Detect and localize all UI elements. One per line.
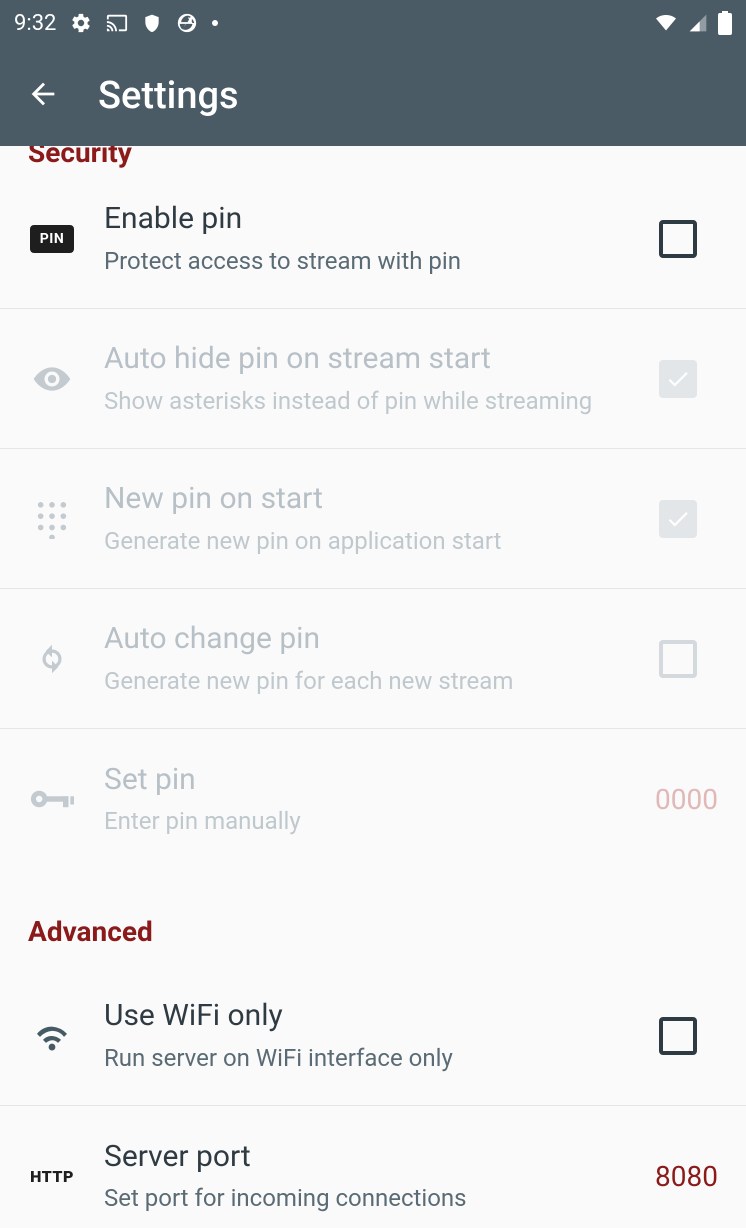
- shield-icon: [142, 12, 162, 34]
- app-bar: Settings: [0, 46, 746, 146]
- row-title: Set pin: [104, 761, 610, 799]
- row-title: New pin on start: [104, 480, 610, 518]
- row-subtitle: Generate new pin for each new stream: [104, 666, 610, 697]
- section-header-advanced: Advanced: [0, 869, 746, 966]
- checkbox-auto-hide-pin: [659, 360, 697, 398]
- row-title: Enable pin: [104, 200, 610, 238]
- dialpad-icon: [28, 499, 76, 539]
- row-subtitle: Show asterisks instead of pin while stre…: [104, 386, 610, 417]
- dot-icon: [212, 20, 218, 26]
- aperture-icon: [176, 12, 198, 34]
- set-pin-value: 0000: [638, 783, 718, 816]
- row-subtitle: Enter pin manually: [104, 806, 610, 837]
- cast-icon: [106, 12, 128, 34]
- row-title: Use WiFi only: [104, 997, 610, 1035]
- battery-icon: [718, 11, 732, 35]
- checkbox-new-pin-on-start: [659, 500, 697, 538]
- row-new-pin-on-start: New pin on start Generate new pin on app…: [0, 449, 746, 589]
- wifi-icon: [28, 1019, 76, 1053]
- back-icon[interactable]: [26, 77, 60, 115]
- settings-gear-icon: [70, 12, 92, 34]
- row-auto-change-pin: Auto change pin Generate new pin for eac…: [0, 589, 746, 729]
- cell-signal-icon: [688, 13, 708, 33]
- wifi-icon: [654, 13, 678, 33]
- checkbox-auto-change-pin: [659, 640, 697, 678]
- checkbox-enable-pin[interactable]: [659, 220, 697, 258]
- row-title: Auto change pin: [104, 620, 610, 658]
- status-time: 9:32: [14, 11, 56, 36]
- section-header-security: Security: [0, 146, 746, 169]
- page-title: Settings: [98, 74, 239, 118]
- row-wifi-only[interactable]: Use WiFi only Run server on WiFi interfa…: [0, 966, 746, 1106]
- pin-icon: PIN: [28, 225, 76, 253]
- row-title: Auto hide pin on stream start: [104, 340, 610, 378]
- row-subtitle: Generate new pin on application start: [104, 526, 610, 557]
- row-server-port[interactable]: HTTP Server port Set port for incoming c…: [0, 1106, 746, 1228]
- checkbox-wifi-only[interactable]: [659, 1017, 697, 1055]
- row-subtitle: Protect access to stream with pin: [104, 246, 610, 277]
- server-port-value: 8080: [638, 1160, 718, 1193]
- http-icon: HTTP: [28, 1167, 76, 1186]
- row-subtitle: Run server on WiFi interface only: [104, 1043, 610, 1074]
- settings-content: Security PIN Enable pin Protect access t…: [0, 146, 746, 1228]
- key-icon: [28, 785, 76, 813]
- refresh-icon: [28, 640, 76, 678]
- row-set-pin: Set pin Enter pin manually 0000: [0, 729, 746, 869]
- eye-icon: [28, 359, 76, 399]
- row-auto-hide-pin: Auto hide pin on stream start Show aster…: [0, 309, 746, 449]
- status-bar: 9:32: [0, 0, 746, 46]
- row-subtitle: Set port for incoming connections: [104, 1183, 610, 1214]
- row-enable-pin[interactable]: PIN Enable pin Protect access to stream …: [0, 169, 746, 309]
- row-title: Server port: [104, 1138, 610, 1176]
